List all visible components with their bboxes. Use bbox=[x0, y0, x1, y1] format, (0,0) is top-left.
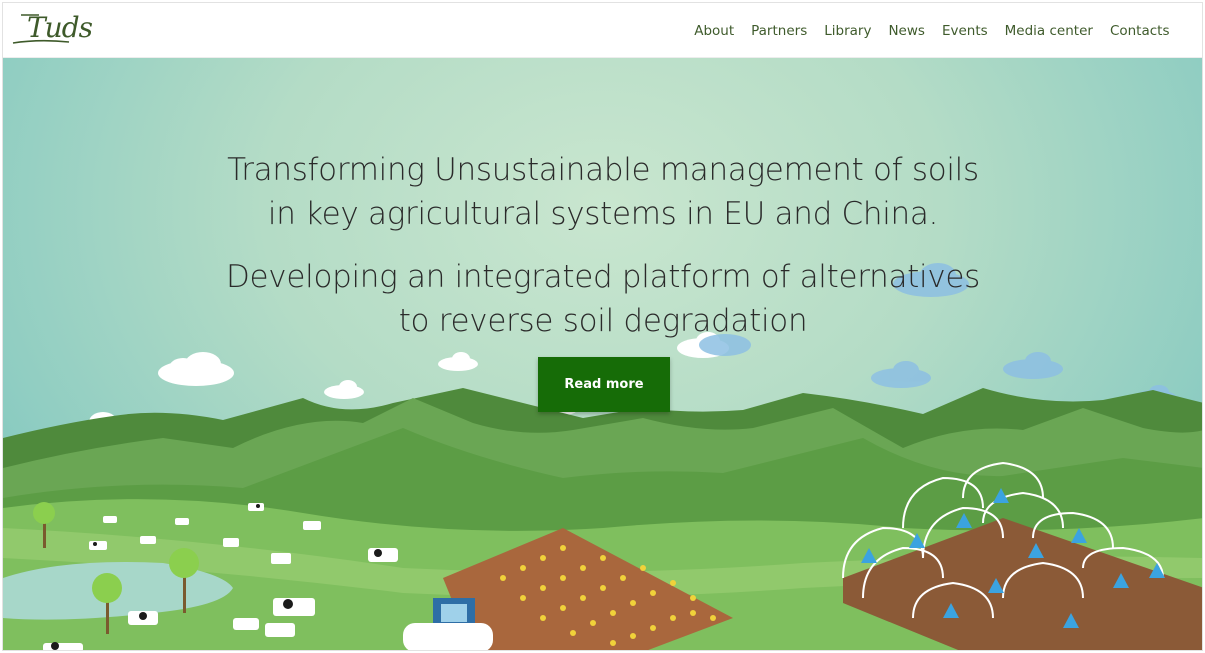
headline-line-2: in key agricultural systems in EU and Ch… bbox=[267, 196, 939, 232]
headline-line-1: Transforming Unsustainable management of… bbox=[227, 152, 979, 188]
hero-banner: Transforming Unsustainable management of… bbox=[3, 58, 1202, 650]
page-frame: Tuds About Partners Library News Events … bbox=[2, 2, 1203, 651]
read-more-button[interactable]: Read more bbox=[538, 357, 670, 412]
main-nav: About Partners Library News Events Media… bbox=[686, 22, 1178, 40]
site-header: Tuds About Partners Library News Events … bbox=[3, 3, 1202, 58]
hero-subline: Developing an integrated platform of alt… bbox=[153, 255, 1053, 343]
subline-line-1: Developing an integrated platform of alt… bbox=[225, 259, 981, 295]
nav-media-center[interactable]: Media center bbox=[996, 22, 1101, 40]
hero-headline: Transforming Unsustainable management of… bbox=[153, 148, 1053, 236]
nav-events[interactable]: Events bbox=[933, 22, 996, 40]
logo-text: Tuds bbox=[27, 11, 93, 44]
subline-line-2: to reverse soil degradation bbox=[398, 303, 808, 339]
nav-library[interactable]: Library bbox=[816, 22, 880, 40]
landscape-illustration bbox=[3, 263, 1202, 650]
site-logo[interactable]: Tuds bbox=[9, 9, 93, 49]
nav-contacts[interactable]: Contacts bbox=[1101, 22, 1178, 40]
nav-about[interactable]: About bbox=[686, 22, 743, 40]
nav-news[interactable]: News bbox=[880, 22, 933, 40]
nav-partners[interactable]: Partners bbox=[743, 22, 816, 40]
